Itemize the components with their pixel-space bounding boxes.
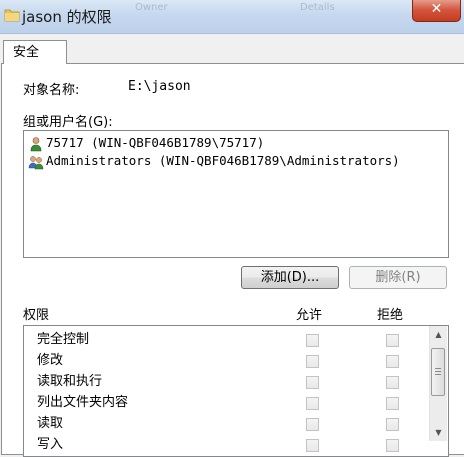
folder-icon	[4, 9, 20, 22]
permission-row-modify: 修改	[37, 350, 63, 371]
scroll-up-icon[interactable]: ▲	[430, 326, 447, 343]
permission-name: 写入	[37, 437, 64, 452]
object-name-value: E:\jason	[128, 79, 191, 94]
permissions-label: 权限	[23, 308, 50, 323]
permissions-list: 完全控制 修改 读取和执行 列出文件夹内容 读取 写入	[23, 325, 449, 457]
allow-checkbox[interactable]	[306, 355, 319, 368]
users-label: 组或用户名(G):	[23, 115, 113, 130]
user-name: 75717 (WIN-QBF046B1789\75717)	[46, 135, 265, 150]
allow-checkbox[interactable]	[306, 397, 319, 410]
permission-name: 读取和执行	[37, 374, 103, 389]
permission-name: 修改	[37, 353, 64, 368]
background-text-details: Details	[300, 2, 335, 13]
permission-row-write: 写入	[37, 434, 63, 455]
tab-security-label: 安全	[13, 45, 40, 60]
deny-column-header: 拒绝	[377, 308, 404, 323]
user-list[interactable]: 75717 (WIN-QBF046B1789\75717) Administra…	[23, 130, 449, 258]
scroll-thumb[interactable]	[431, 348, 445, 396]
deny-checkbox[interactable]	[386, 376, 399, 389]
add-button[interactable]: 添加(D)...	[241, 266, 339, 289]
permission-name: 读取	[37, 416, 64, 431]
deny-checkbox[interactable]	[386, 418, 399, 431]
allow-column-header: 允许	[296, 308, 323, 323]
allow-checkbox[interactable]	[306, 334, 319, 347]
permission-name: 列出文件夹内容	[37, 395, 129, 410]
group-icon	[28, 156, 44, 170]
permissions-scrollbar[interactable]: ▲ ▼	[429, 326, 447, 441]
permission-row-read-execute: 读取和执行	[37, 371, 102, 392]
user-name: Administrators (WIN-QBF046B1789\Administ…	[46, 153, 400, 168]
remove-button[interactable]: 删除(R)	[349, 266, 447, 289]
permission-row-read: 读取	[37, 413, 63, 434]
allow-checkbox[interactable]	[306, 376, 319, 389]
permission-name: 完全控制	[37, 332, 90, 347]
deny-checkbox[interactable]	[386, 334, 399, 347]
object-name-label: 对象名称:	[23, 83, 80, 98]
background-text-owner: Owner	[135, 2, 168, 13]
title-bar: jason 的权限 Owner Details ✕	[0, 0, 464, 34]
permission-row-list-folder: 列出文件夹内容	[37, 392, 128, 413]
tab-security[interactable]: 安全	[3, 40, 67, 64]
deny-checkbox[interactable]	[386, 397, 399, 410]
close-icon: ✕	[430, 1, 443, 17]
window-title: jason 的权限	[22, 8, 112, 26]
allow-checkbox[interactable]	[306, 418, 319, 431]
scroll-down-icon[interactable]: ▼	[430, 424, 447, 441]
user-icon	[30, 137, 42, 152]
deny-checkbox[interactable]	[386, 355, 399, 368]
close-button[interactable]: ✕	[412, 0, 461, 22]
permission-row-full-control: 完全控制	[37, 329, 89, 350]
